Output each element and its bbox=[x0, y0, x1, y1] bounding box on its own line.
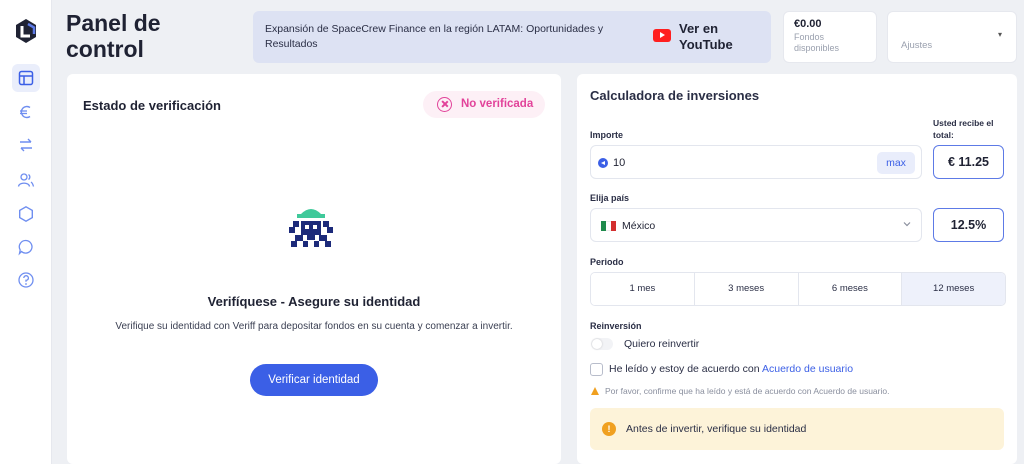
amount-label: Importe bbox=[590, 130, 624, 140]
verification-title: Estado de verificación bbox=[83, 98, 221, 113]
warning-text: Por favor, confirme que ha leído y está … bbox=[605, 386, 890, 396]
period-tab-3[interactable]: 3 meses bbox=[694, 273, 799, 305]
verify-identity-button[interactable]: Verificar identidad bbox=[250, 364, 378, 396]
country-label: Elija país bbox=[590, 193, 630, 203]
user-agreement-link[interactable]: Acuerdo de usuario bbox=[762, 363, 853, 375]
max-button[interactable]: max bbox=[877, 152, 915, 174]
banner-text: Expansión de SpaceCrew Finance en la reg… bbox=[265, 23, 604, 50]
euro-coin-icon bbox=[598, 158, 608, 168]
info-icon: ! bbox=[602, 422, 616, 436]
news-banner[interactable]: Expansión de SpaceCrew Finance en la reg… bbox=[253, 11, 771, 63]
sidebar-item-help[interactable] bbox=[12, 266, 40, 294]
sidebar-item-euro[interactable] bbox=[12, 98, 40, 126]
help-icon bbox=[18, 272, 34, 288]
period-tab-6[interactable]: 6 meses bbox=[798, 273, 903, 305]
funds-amount: €0.00 bbox=[794, 18, 822, 30]
calculator-title: Calculadora de inversiones bbox=[590, 88, 760, 103]
investment-calculator-card: Calculadora de inversiones Importe max U… bbox=[577, 74, 1017, 464]
period-tab-1[interactable]: 1 mes bbox=[591, 273, 695, 305]
verification-card: Estado de verificación No verificada Ver… bbox=[67, 74, 561, 464]
transfer-icon bbox=[20, 138, 32, 152]
youtube-link[interactable]: Ver en YouTube bbox=[679, 21, 739, 53]
users-icon bbox=[17, 173, 35, 187]
youtube-icon bbox=[653, 29, 671, 42]
mexico-flag-icon bbox=[601, 221, 616, 231]
hexagon-icon bbox=[19, 205, 33, 223]
status-badge: No verificada bbox=[423, 91, 545, 118]
sidebar bbox=[0, 0, 52, 464]
receive-total-label: Usted recibe el total: bbox=[933, 118, 994, 140]
period-tab-12[interactable]: 12 meses bbox=[902, 273, 1005, 305]
close-circle-icon bbox=[437, 97, 452, 112]
warning-icon bbox=[591, 387, 599, 395]
page-title: Panel de control bbox=[66, 10, 161, 62]
verify-description: Verifique su identidad con Veriff para d… bbox=[115, 321, 513, 332]
euro-icon bbox=[20, 105, 31, 119]
app-logo[interactable] bbox=[14, 18, 38, 44]
agree-checkbox[interactable] bbox=[590, 363, 603, 376]
period-selector: 1 mes 3 meses 6 meses 12 meses bbox=[590, 272, 1006, 306]
chevron-down-icon bbox=[903, 222, 911, 227]
sidebar-item-chat[interactable] bbox=[12, 233, 40, 261]
amount-input[interactable] bbox=[613, 154, 813, 172]
interest-rate-value: 12.5% bbox=[933, 208, 1004, 242]
chevron-down-icon: ▾ bbox=[997, 30, 1002, 39]
amount-field[interactable]: max bbox=[590, 145, 922, 179]
status-text: No verificada bbox=[461, 98, 534, 110]
info-banner: ! Antes de invertir, verifique su identi… bbox=[590, 408, 1004, 450]
receive-total-value: € 11.25 bbox=[933, 145, 1004, 179]
dashboard-icon bbox=[18, 70, 34, 86]
funds-label: Fondos disponibles bbox=[794, 32, 840, 53]
agree-text: He leído y estoy de acuerdo con bbox=[609, 363, 760, 375]
settings-label: Ajustes bbox=[901, 40, 933, 51]
chat-icon bbox=[18, 239, 33, 256]
sidebar-item-products[interactable] bbox=[12, 200, 40, 228]
verify-heading: Verifíquese - Asegure su identidad bbox=[207, 294, 421, 309]
country-value: México bbox=[622, 220, 656, 232]
info-text: Antes de invertir, verifique su identida… bbox=[626, 423, 807, 435]
sidebar-item-dashboard[interactable] bbox=[12, 64, 40, 92]
country-select[interactable]: México bbox=[590, 208, 922, 242]
alien-robot-icon bbox=[289, 209, 333, 247]
reinvest-toggle[interactable] bbox=[591, 338, 613, 350]
available-funds: €0.00 Fondos disponibles bbox=[783, 11, 877, 63]
sidebar-item-transfers[interactable] bbox=[12, 131, 40, 159]
reinvest-toggle-label: Quiero reinvertir bbox=[624, 338, 700, 350]
sidebar-item-users[interactable] bbox=[12, 166, 40, 194]
settings-dropdown[interactable]: Ajustes ▾ bbox=[887, 11, 1017, 63]
period-label: Periodo bbox=[590, 257, 624, 267]
reinvest-label: Reinversión bbox=[590, 321, 642, 331]
